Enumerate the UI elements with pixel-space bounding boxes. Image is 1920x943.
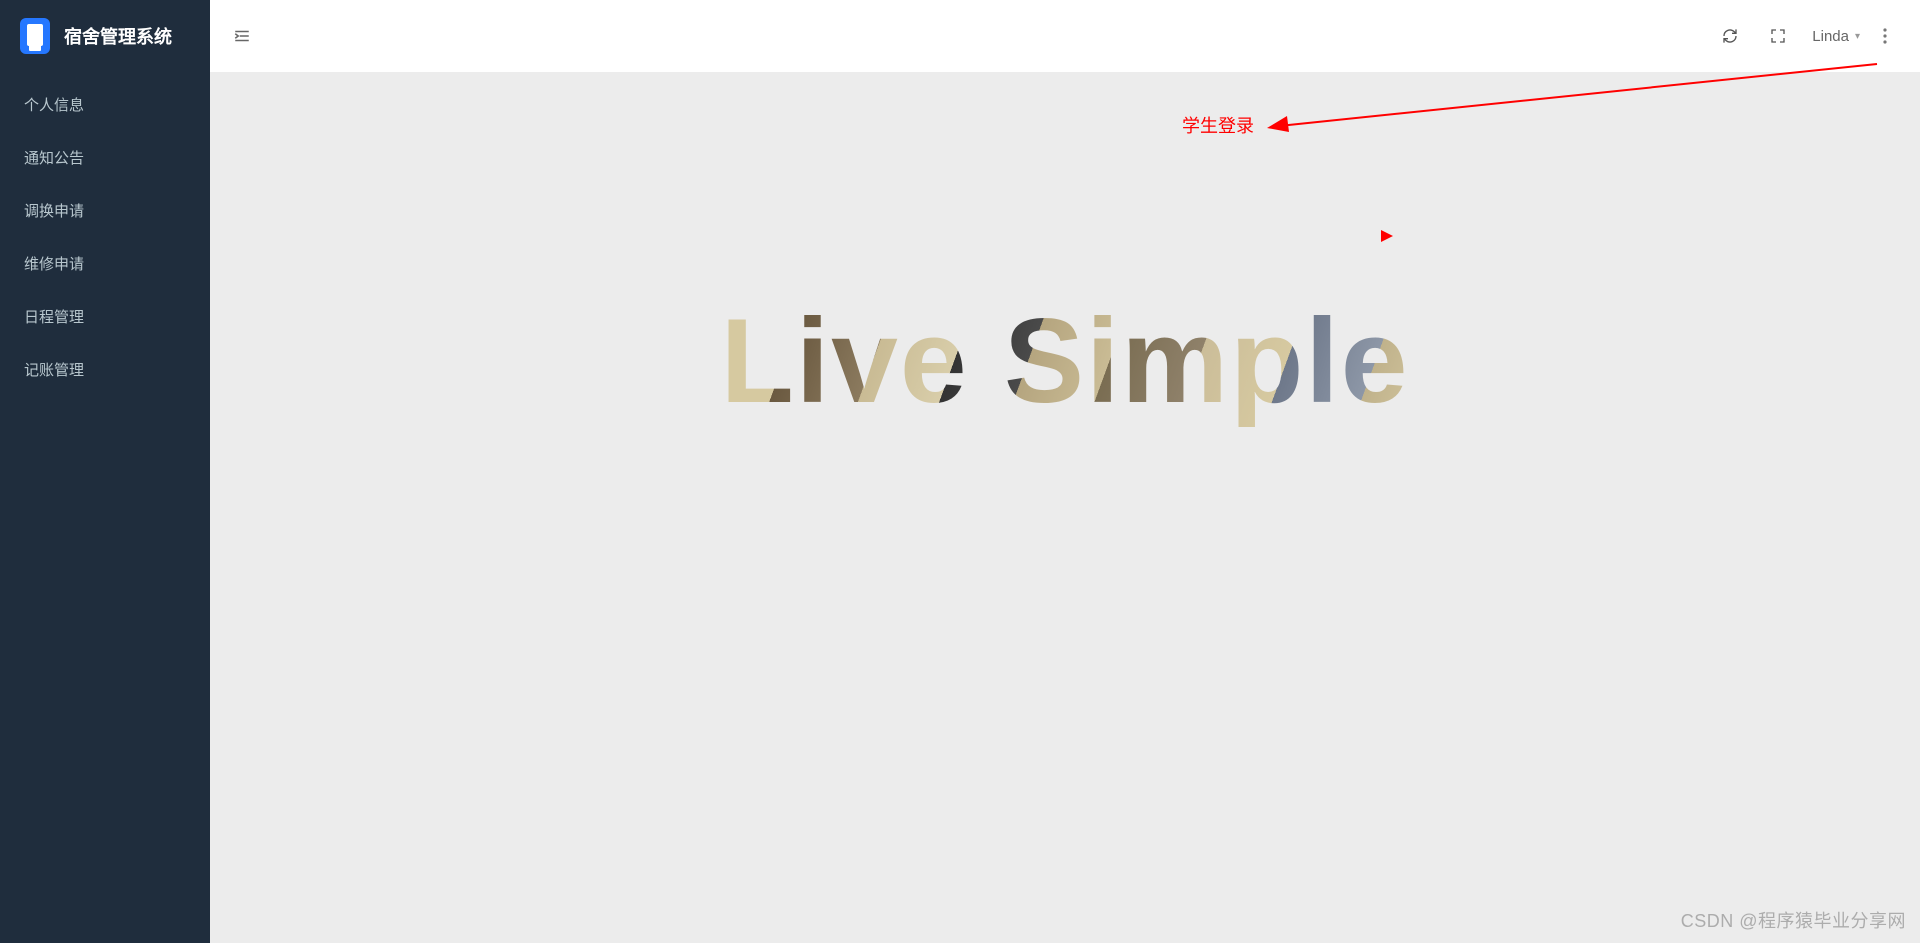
sidebar-item-label: 日程管理 [24,309,84,326]
sidebar-item-label: 通知公告 [24,150,84,167]
sidebar: 宿舍管理系统 个人信息 通知公告 调换申请 维修申请 日程管理 记账管理 [0,0,210,943]
app-title: 宿舍管理系统 [64,23,172,49]
refresh-icon [1722,28,1738,44]
sidebar-item-notice[interactable]: 通知公告 [0,131,210,184]
sidebar-item-label: 个人信息 [24,97,84,114]
watermark: CSDN @程序猿毕业分享网 [1681,907,1906,933]
username-label: Linda [1812,28,1849,45]
fullscreen-button[interactable] [1758,16,1798,56]
sidebar-item-swap-request[interactable]: 调换申请 [0,184,210,237]
building-logo-icon [20,18,50,54]
chevron-down-icon: ▾ [1855,31,1860,42]
fullscreen-icon [1770,28,1786,44]
more-options-button[interactable] [1870,28,1900,44]
user-menu[interactable]: Linda ▾ [1802,28,1870,45]
sidebar-menu: 个人信息 通知公告 调换申请 维修申请 日程管理 记账管理 [0,72,210,396]
sidebar-item-accounting[interactable]: 记账管理 [0,343,210,396]
hero-text: Live Simple [721,292,1410,430]
refresh-button[interactable] [1710,16,1750,56]
sidebar-item-schedule[interactable]: 日程管理 [0,290,210,343]
sidebar-item-label: 调换申请 [24,203,84,220]
dots-vertical-icon [1883,28,1887,44]
main-content: Live Simple [210,72,1920,943]
hamburger-indent-icon [233,27,251,45]
sidebar-item-repair-request[interactable]: 维修申请 [0,237,210,290]
sidebar-item-profile[interactable]: 个人信息 [0,78,210,131]
sidebar-header: 宿舍管理系统 [0,0,210,72]
sidebar-toggle-button[interactable] [230,24,254,48]
sidebar-item-label: 维修申请 [24,256,84,273]
annotation-label: 学生登录 [1182,112,1254,138]
topbar: Linda ▾ [210,0,1920,72]
sidebar-item-label: 记账管理 [24,362,84,379]
